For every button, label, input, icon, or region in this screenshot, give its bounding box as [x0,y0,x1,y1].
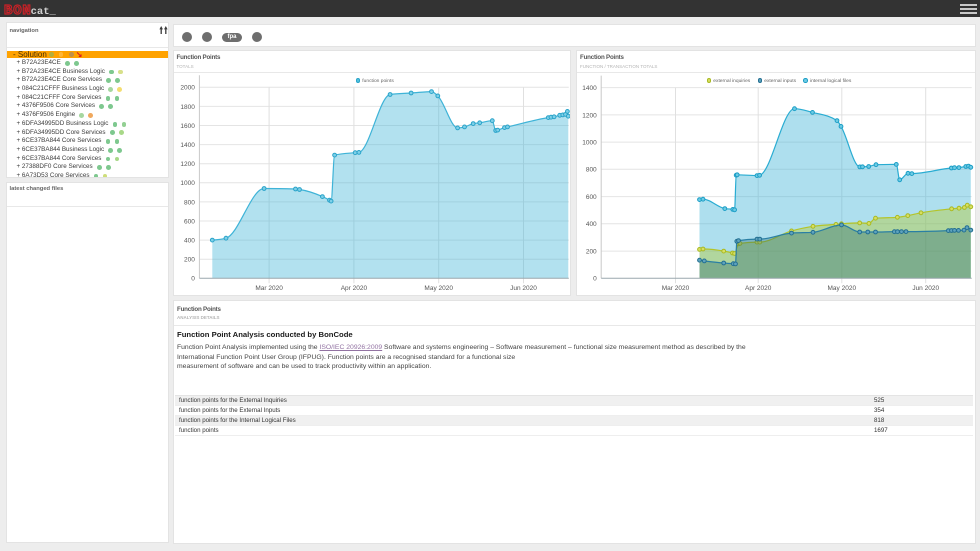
svg-text:1200: 1200 [180,161,195,168]
svg-text:1400: 1400 [180,142,195,149]
svg-text:May 2020: May 2020 [828,285,857,292]
svg-text:600: 600 [184,218,195,225]
svg-text:Jun 2020: Jun 2020 [912,285,939,292]
svg-text:Mar 2020: Mar 2020 [662,285,690,292]
svg-text:0: 0 [593,276,597,283]
svg-text:Apr 2020: Apr 2020 [745,285,772,292]
svg-text:1000: 1000 [180,180,195,187]
svg-text:800: 800 [586,167,597,174]
svg-text:1000: 1000 [582,140,597,147]
svg-text:1600: 1600 [180,123,195,130]
svg-text:May 2020: May 2020 [424,285,453,292]
svg-text:Apr 2020: Apr 2020 [340,285,367,292]
svg-text:1800: 1800 [180,104,195,111]
svg-text:Jun 2020: Jun 2020 [510,285,537,292]
svg-text:400: 400 [184,238,195,245]
svg-text:800: 800 [184,199,195,206]
svg-text:200: 200 [184,257,195,264]
svg-text:Mar 2020: Mar 2020 [255,285,283,292]
svg-text:0: 0 [191,276,195,283]
svg-text:600: 600 [586,194,597,201]
svg-text:400: 400 [586,221,597,228]
svg-text:200: 200 [586,249,597,256]
svg-text:1400: 1400 [582,85,597,92]
svg-text:2000: 2000 [180,85,195,92]
svg-text:1200: 1200 [582,112,597,119]
